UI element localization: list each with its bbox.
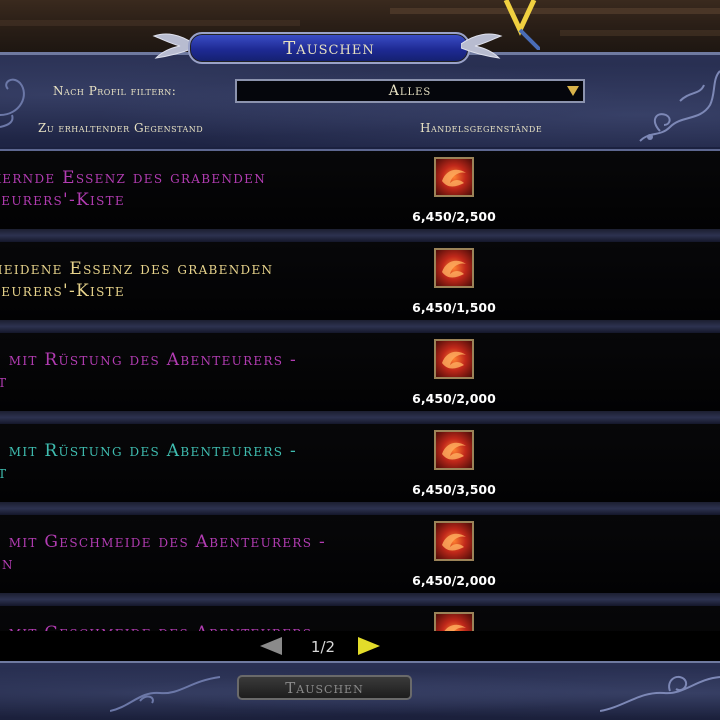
- filter-selected-value: Alles: [388, 83, 432, 99]
- dropdown-arrow-icon: [567, 86, 579, 96]
- quest-marker-icon: [503, 0, 540, 50]
- row-divider: [0, 502, 720, 515]
- prev-page-icon[interactable]: [260, 637, 284, 655]
- item-name-line2: teurers'-Kiste: [0, 190, 125, 210]
- row-divider: [0, 229, 720, 242]
- item-name-line1: heidene Essenz des grabenden: [0, 259, 274, 279]
- item-name: heidene Essenz des grabenden teurers'-Ki…: [0, 258, 372, 302]
- item-cost: 6,450/3,500: [412, 482, 496, 497]
- item-name-line2: it: [0, 371, 372, 393]
- filter-label: Nach Profil filtern:: [53, 84, 177, 98]
- profile-filter-dropdown[interactable]: Alles: [235, 79, 585, 103]
- currency-token-icon[interactable]: [434, 339, 474, 379]
- item-name: kernde Essenz des grabenden teurers'-Kis…: [0, 167, 372, 211]
- list-item[interactable]: heidene Essenz des grabenden teurers'-Ki…: [0, 242, 720, 320]
- row-divider: [0, 593, 720, 606]
- row-divider: [0, 411, 720, 424]
- currency-token-icon[interactable]: [434, 612, 474, 633]
- list-item[interactable]: kernde Essenz des grabenden teurers'-Kis…: [0, 151, 720, 229]
- currency-token-icon[interactable]: [434, 430, 474, 470]
- column-header-item: Zu erhaltender Gegenstand: [38, 121, 204, 135]
- item-name-line1: e mit Geschmeide des Abenteurers -: [0, 532, 327, 552]
- item-name-line1: e mit Rüstung des Abenteurers -: [0, 350, 298, 370]
- list-item[interactable]: e mit Geschmeide des Abenteurers - en 6,…: [0, 515, 720, 593]
- item-cost: 6,450/2,000: [412, 573, 496, 588]
- list-item[interactable]: e mit Rüstung des Abenteurers - it 6,450…: [0, 333, 720, 411]
- item-name-line1: kernde Essenz des grabenden: [0, 168, 267, 188]
- item-cost: 6,450/2,000: [412, 391, 496, 406]
- trade-list: kernde Essenz des grabenden teurers'-Kis…: [0, 149, 720, 633]
- ornament-footer-right-icon: [600, 675, 720, 712]
- window-title: Tauschen: [283, 37, 375, 59]
- wing-right-icon: [461, 33, 503, 59]
- list-item[interactable]: e mit Geschmeide des Abenteurers: [0, 606, 720, 633]
- window-title-banner[interactable]: Tauschen: [150, 28, 505, 66]
- list-item[interactable]: e mit Rüstung des Abenteurers - it 6,450…: [0, 424, 720, 502]
- item-name-line2: en: [0, 554, 14, 574]
- trade-window: Tauschen Nach Profil filtern: Alles Zu e…: [0, 0, 720, 720]
- item-name-line1: e mit Rüstung des Abenteurers -: [0, 441, 298, 461]
- ornament-footer-left-icon: [110, 676, 221, 712]
- title-pill: Tauschen: [188, 32, 470, 64]
- item-name: e mit Rüstung des Abenteurers - it: [0, 349, 372, 393]
- pagination: 1/2: [0, 631, 720, 661]
- next-page-icon[interactable]: [356, 637, 380, 655]
- column-header-trade: Handelsgegenstände: [420, 121, 543, 135]
- ornament-right-icon: [639, 70, 720, 142]
- item-name: e mit Rüstung des Abenteurers - it: [0, 440, 372, 484]
- item-name-line2: teurers'-Kiste: [0, 281, 125, 301]
- currency-token-icon[interactable]: [434, 521, 474, 561]
- currency-token-icon[interactable]: [434, 248, 474, 288]
- item-cost: 6,450/2,500: [412, 209, 496, 224]
- page-indicator: 1/2: [310, 638, 336, 656]
- currency-token-icon[interactable]: [434, 157, 474, 197]
- item-name: e mit Geschmeide des Abenteurers - en: [0, 531, 372, 575]
- item-cost: 6,450/1,500: [412, 300, 496, 315]
- item-name-line2: it: [0, 462, 372, 484]
- row-divider: [0, 320, 720, 333]
- trade-button[interactable]: Tauschen: [237, 675, 412, 700]
- trade-button-label: Tauschen: [285, 678, 364, 697]
